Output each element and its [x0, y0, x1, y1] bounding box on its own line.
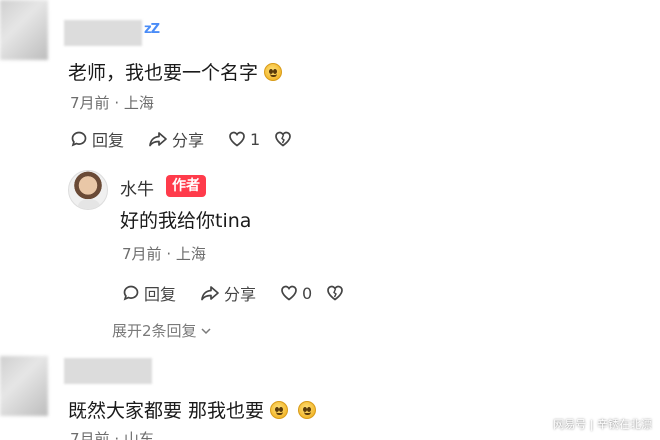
pleading-face-emoji-icon	[298, 401, 317, 419]
share-button[interactable]: 分享	[200, 281, 256, 305]
heart-icon	[281, 285, 297, 301]
meta-separator: ·	[114, 94, 120, 112]
reply-label: 回复	[144, 285, 177, 304]
dislike-button[interactable]	[326, 284, 348, 302]
reply-meta: 7月前 · 上海	[122, 243, 206, 264]
like-button[interactable]: 0	[280, 284, 312, 303]
comment-thread: zZ 老师，我也要一个名字 7月前 · 上海 回复 分享 1 水牛 作者 好的我…	[0, 0, 660, 440]
comment-time: 7月前	[70, 430, 110, 440]
broken-heart-icon	[327, 285, 344, 301]
author-avatar[interactable]	[68, 170, 108, 210]
share-arrow-icon	[201, 286, 219, 301]
share-label: 分享	[172, 131, 205, 150]
comment-bubble-icon	[71, 131, 87, 147]
comment-bubble-icon	[123, 285, 139, 301]
comment-location: 山东	[123, 430, 154, 440]
like-count: 1	[250, 129, 261, 149]
pleading-face-emoji-icon	[264, 63, 283, 81]
comment-location: 上海	[123, 94, 154, 112]
chevron-down-icon	[201, 327, 211, 334]
reply-label: 回复	[92, 131, 125, 150]
share-arrow-icon	[149, 132, 167, 147]
like-button[interactable]: 1	[228, 130, 260, 149]
share-button[interactable]: 分享	[148, 127, 204, 151]
reply-actions: 回复 分享 0	[122, 281, 372, 305]
comment-meta: 7月前 · 山东	[70, 428, 154, 440]
comment-text-content: 老师，我也要一个名字	[68, 62, 259, 84]
expand-replies-label: 展开2条回复	[112, 322, 197, 340]
comment-text: 既然大家都要 那我也要	[68, 396, 317, 423]
watermark: 网易号 | 辛锈在北漂	[553, 418, 652, 431]
sleep-icon: zZ	[144, 22, 160, 37]
comment-text-content: 既然大家都要 那我也要	[68, 400, 265, 422]
like-count: 0	[302, 283, 313, 303]
username-blurred[interactable]	[64, 358, 152, 384]
author-name[interactable]: 水牛	[120, 175, 154, 200]
reply-button[interactable]: 回复	[70, 127, 124, 151]
reply-text: 好的我给你tina	[120, 210, 252, 232]
user-avatar-blurred[interactable]	[0, 356, 48, 416]
meta-separator: ·	[114, 430, 120, 440]
username-blurred[interactable]	[64, 20, 142, 46]
comment-text: 老师，我也要一个名字	[68, 58, 283, 85]
reply-time: 7月前	[122, 245, 162, 263]
share-label: 分享	[224, 285, 257, 304]
expand-replies-button[interactable]: 展开2条回复	[112, 320, 213, 341]
dislike-button[interactable]	[274, 130, 296, 148]
comment-time: 7月前	[70, 94, 110, 112]
comment-meta: 7月前 · 上海	[70, 92, 154, 113]
author-badge: 作者	[166, 175, 206, 197]
meta-separator: ·	[166, 245, 172, 263]
reply-button[interactable]: 回复	[122, 281, 176, 305]
broken-heart-icon	[275, 131, 292, 147]
pleading-face-emoji-icon	[270, 401, 289, 419]
comment-actions: 回复 分享 1	[70, 127, 320, 151]
heart-icon	[229, 131, 245, 147]
reply-location: 上海	[175, 245, 206, 263]
user-avatar-blurred[interactable]	[0, 0, 48, 60]
